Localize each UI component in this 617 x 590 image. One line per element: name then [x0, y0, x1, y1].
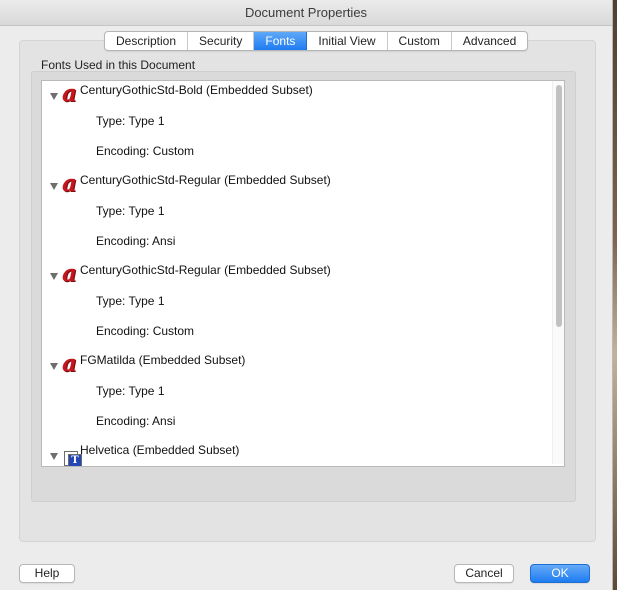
font-name: Helvetica (Embedded Subset) — [80, 443, 240, 457]
font-type-row: Type: Type 1 — [42, 291, 552, 321]
font-encoding: Encoding: Custom — [96, 324, 195, 338]
font-type: Type: Type 1 — [96, 294, 165, 308]
font-encoding-row: Encoding: Ansi — [42, 231, 552, 261]
disclosure-triangle-icon[interactable] — [50, 453, 58, 460]
font-tree-item[interactable]: a CenturyGothicStd-Regular (Embedded Sub… — [42, 171, 552, 201]
tab-description[interactable]: Description — [105, 32, 189, 50]
font-type-row: Type: Type 1 — [42, 201, 552, 231]
scrollbar-thumb[interactable] — [556, 85, 562, 327]
disclosure-triangle-icon[interactable] — [50, 273, 58, 280]
ok-button[interactable]: OK — [530, 564, 590, 583]
font-type-row: Type: Type 1 — [42, 111, 552, 141]
font-name: CenturyGothicStd-Bold (Embedded Subset) — [80, 83, 313, 97]
font-name: FGMatilda (Embedded Subset) — [80, 353, 246, 367]
tab-bar: Description Security Fonts Initial View … — [104, 31, 529, 51]
font-encoding: Encoding: Ansi — [96, 414, 176, 428]
font-encoding-row: Encoding: Custom — [42, 321, 552, 351]
tab-security[interactable]: Security — [188, 32, 255, 50]
opentype-font-icon: a — [62, 170, 77, 197]
list-scrollbar[interactable] — [552, 81, 564, 464]
font-type-row: Type: Type 1 — [42, 381, 552, 411]
font-encoding-row: Encoding: Ansi — [42, 411, 552, 441]
font-type: Type: Type 1 — [96, 204, 165, 218]
opentype-font-icon: a — [62, 80, 77, 107]
disclosure-triangle-icon[interactable] — [50, 183, 58, 190]
disclosure-triangle-icon[interactable] — [50, 363, 58, 370]
cancel-button[interactable]: Cancel — [454, 564, 514, 583]
font-name: CenturyGothicStd-Regular (Embedded Subse… — [80, 263, 331, 277]
tab-fonts[interactable]: Fonts — [254, 32, 308, 50]
disclosure-triangle-icon[interactable] — [50, 93, 58, 100]
font-tree-item[interactable]: a CenturyGothicStd-Regular (Embedded Sub… — [42, 261, 552, 291]
tab-initial-view[interactable]: Initial View — [307, 32, 388, 50]
font-tree-item[interactable]: T Helvetica (Embedded Subset) — [42, 441, 552, 466]
font-tree-item[interactable]: a FGMatilda (Embedded Subset) — [42, 351, 552, 381]
opentype-font-icon: a — [62, 260, 77, 287]
font-encoding: Encoding: Ansi — [96, 234, 176, 248]
font-type: Type: Type 1 — [96, 384, 165, 398]
font-type: Type: Type 1 — [96, 114, 165, 128]
fonts-tree-list[interactable]: a CenturyGothicStd-Bold (Embedded Subset… — [41, 80, 565, 467]
font-encoding-row: Encoding: Custom — [42, 141, 552, 171]
tab-advanced[interactable]: Advanced — [452, 32, 527, 50]
help-button[interactable]: Help — [19, 564, 75, 583]
tab-custom[interactable]: Custom — [388, 32, 452, 50]
type1-font-icon: T — [64, 451, 82, 466]
font-tree-item[interactable]: a CenturyGothicStd-Bold (Embedded Subset… — [42, 81, 552, 111]
fonts-group-label: Fonts Used in this Document — [41, 58, 196, 72]
opentype-font-icon: a — [62, 350, 77, 377]
document-properties-dialog: Document Properties Description Security… — [0, 0, 613, 590]
font-name: CenturyGothicStd-Regular (Embedded Subse… — [80, 173, 331, 187]
font-encoding: Encoding: Custom — [96, 144, 195, 158]
window-title: Document Properties — [0, 0, 612, 26]
